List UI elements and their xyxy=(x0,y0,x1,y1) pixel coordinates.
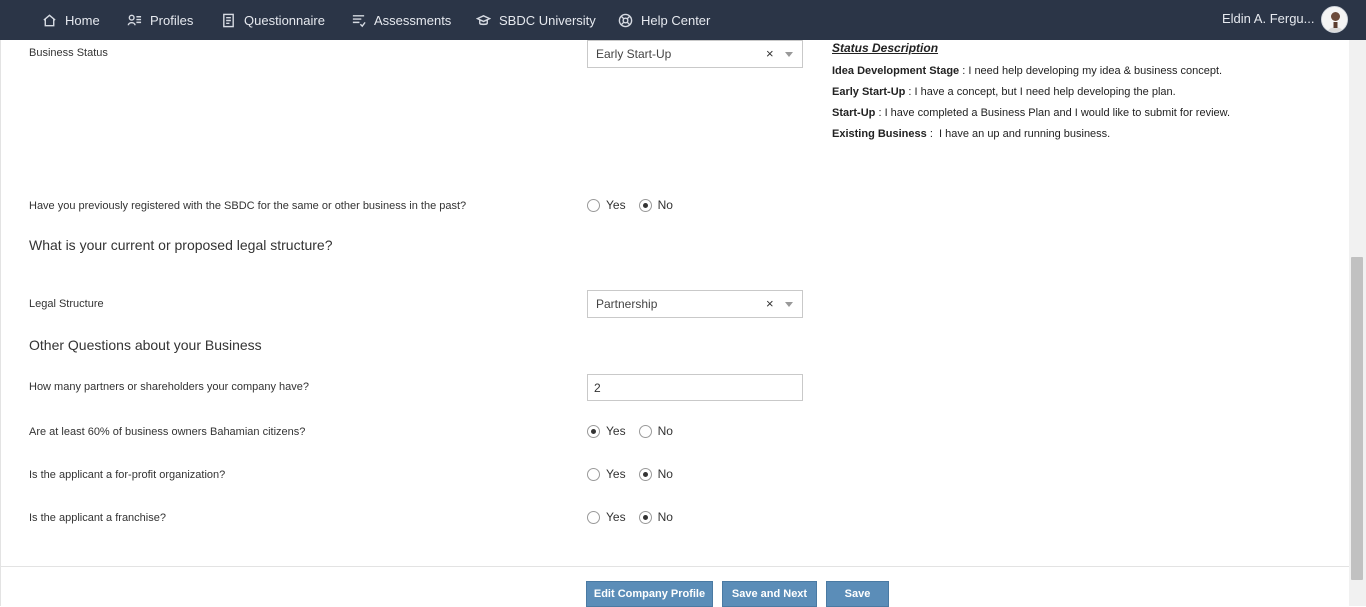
status-text: I need help developing my idea & busines… xyxy=(968,65,1223,77)
nav-profiles[interactable]: Profiles xyxy=(127,0,193,40)
status-text: I have an up and running business. xyxy=(939,128,1111,140)
bahamian-no[interactable]: No xyxy=(638,424,673,438)
radio-label: No xyxy=(657,510,673,524)
form-content: Business Status Early Start-Up × Status … xyxy=(0,40,1349,606)
radio-label: No xyxy=(657,424,673,438)
status-line-early: Early Start-Up : I have a concept, but I… xyxy=(832,82,1230,103)
radio-button-checked[interactable] xyxy=(638,510,652,524)
nav-profiles-label: Profiles xyxy=(150,12,194,28)
bahamian-label: Are at least 60% of business owners Baha… xyxy=(29,426,306,438)
nav-home-label: Home xyxy=(65,12,100,28)
radio-label: No xyxy=(657,467,673,481)
nav-sbdc-university[interactable]: SBDC University xyxy=(476,0,596,40)
status-line-existing: Existing Business : I have an up and run… xyxy=(832,124,1230,145)
previously-registered-no[interactable]: No xyxy=(638,198,673,212)
status-sep: : xyxy=(926,128,939,140)
radio-label: Yes xyxy=(606,424,626,438)
radio-button-checked[interactable] xyxy=(638,198,652,212)
status-line-idea: Idea Development Stage : I need help dev… xyxy=(832,61,1230,82)
status-text: I have completed a Business Plan and I w… xyxy=(884,107,1231,119)
nav-questionnaire[interactable]: Questionnaire xyxy=(221,0,325,40)
nav-questionnaire-label: Questionnaire xyxy=(244,12,325,28)
previously-registered-yes[interactable]: Yes xyxy=(587,198,626,212)
help-center-icon xyxy=(618,13,633,27)
profiles-icon xyxy=(127,14,142,25)
legal-structure-select[interactable]: Partnership × xyxy=(587,290,803,318)
user-name[interactable]: Eldin A. Fergu... xyxy=(1222,0,1315,40)
status-sep: : xyxy=(875,107,885,119)
previously-registered-radio-group: Yes No xyxy=(587,198,673,212)
radio-label: No xyxy=(657,198,673,212)
vertical-scrollbar[interactable] xyxy=(1349,40,1366,606)
other-questions-section-title: Other Questions about your Business xyxy=(29,337,262,353)
legal-structure-label: Legal Structure xyxy=(29,298,104,310)
business-status-clear-icon[interactable]: × xyxy=(766,46,774,61)
radio-button[interactable] xyxy=(587,510,600,524)
franchise-label: Is the applicant a franchise? xyxy=(29,512,166,524)
business-status-select[interactable]: Early Start-Up × xyxy=(587,40,803,68)
home-icon xyxy=(43,13,56,26)
nav-help-label: Help Center xyxy=(641,12,711,28)
for-profit-no[interactable]: No xyxy=(638,467,673,481)
status-term: Early Start-Up xyxy=(832,86,906,98)
radio-label: Yes xyxy=(606,467,626,481)
edit-company-profile-button[interactable]: Edit Company Profile xyxy=(586,581,713,607)
nav-university-label: SBDC University xyxy=(499,12,596,28)
status-term: Existing Business xyxy=(832,128,927,140)
radio-label: Yes xyxy=(606,510,626,524)
radio-button-checked[interactable] xyxy=(587,424,600,438)
for-profit-yes[interactable]: Yes xyxy=(587,467,626,481)
status-description: Status Description Idea Development Stag… xyxy=(832,41,1230,145)
franchise-no[interactable]: No xyxy=(638,510,673,524)
status-description-title: Status Description xyxy=(832,41,939,55)
status-term: Start-Up xyxy=(832,107,876,119)
nav-assessments[interactable]: Assessments xyxy=(351,0,451,40)
questionnaire-icon xyxy=(223,13,234,27)
radio-label: Yes xyxy=(606,198,626,212)
scrollbar-thumb[interactable] xyxy=(1351,257,1363,580)
business-status-label: Business Status xyxy=(29,47,108,59)
for-profit-radio-group: Yes No xyxy=(587,467,673,481)
avatar[interactable] xyxy=(1321,6,1348,33)
bahamian-radio-group: Yes No xyxy=(587,424,673,438)
assessments-icon xyxy=(352,14,366,27)
top-navigation: Home Profiles Questionnaire Assessments … xyxy=(0,0,1366,40)
nav-help-center[interactable]: Help Center xyxy=(618,0,710,40)
partners-input[interactable] xyxy=(587,374,803,401)
franchise-yes[interactable]: Yes xyxy=(587,510,626,524)
radio-button[interactable] xyxy=(587,467,600,481)
radio-button[interactable] xyxy=(587,198,600,212)
radio-button-checked[interactable] xyxy=(638,467,652,481)
save-button[interactable]: Save xyxy=(826,581,889,607)
nav-assessments-label: Assessments xyxy=(374,12,452,28)
business-status-value: Early Start-Up xyxy=(596,47,672,61)
radio-button[interactable] xyxy=(638,424,652,438)
user-avatar-icon xyxy=(1322,7,1347,32)
status-text: I have a concept, but I need help develo… xyxy=(914,86,1176,98)
chevron-down-icon[interactable] xyxy=(785,302,793,307)
legal-structure-value: Partnership xyxy=(596,297,658,311)
status-line-startup: Start-Up : I have completed a Business P… xyxy=(832,103,1230,124)
graduation-cap-icon xyxy=(476,14,491,25)
footer-divider xyxy=(0,566,1349,567)
save-and-next-button[interactable]: Save and Next xyxy=(722,581,817,607)
bahamian-yes[interactable]: Yes xyxy=(587,424,626,438)
status-term: Idea Development Stage xyxy=(832,65,960,77)
status-sep: : xyxy=(959,65,969,77)
chevron-down-icon[interactable] xyxy=(785,52,793,57)
partners-label: How many partners or shareholders your c… xyxy=(29,381,310,393)
for-profit-label: Is the applicant a for-profit organizati… xyxy=(29,469,226,481)
legal-structure-section-title: What is your current or proposed legal s… xyxy=(29,237,333,253)
legal-structure-clear-icon[interactable]: × xyxy=(766,296,774,311)
status-sep: : xyxy=(905,86,915,98)
nav-home[interactable]: Home xyxy=(42,0,100,40)
previously-registered-label: Have you previously registered with the … xyxy=(29,200,467,212)
franchise-radio-group: Yes No xyxy=(587,510,673,524)
